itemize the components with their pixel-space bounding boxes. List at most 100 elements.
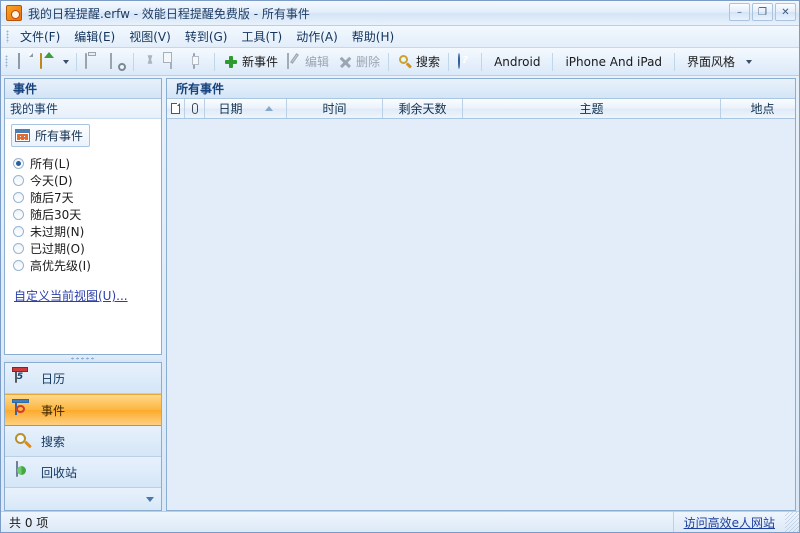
toolbar-separator [76, 52, 77, 71]
menubar-grip[interactable] [6, 30, 9, 43]
toolbar-grip[interactable] [5, 55, 8, 68]
radio-icon [13, 192, 24, 203]
copy-button[interactable] [162, 51, 186, 73]
open-file-button[interactable] [36, 51, 60, 73]
list-rows-area[interactable] [167, 119, 795, 510]
search-button[interactable]: 搜索 [393, 51, 444, 73]
toolbar-separator [674, 52, 676, 71]
plus-icon [223, 54, 239, 70]
column-label: 日期 [218, 102, 243, 116]
filter-option-all[interactable]: 所有(L) [13, 156, 161, 171]
menu-tools[interactable]: 工具(T) [234, 26, 289, 47]
ui-style-button[interactable]: 界面风格 [679, 51, 743, 73]
title-bar: 我的日程提醒.erfw - 效能日程提醒免费版 - 所有事件 – ❐ ✕ [1, 1, 799, 26]
cut-button[interactable] [138, 51, 162, 73]
print-button[interactable] [81, 51, 105, 73]
menu-actions[interactable]: 动作(A) [289, 26, 345, 47]
open-file-dropdown-icon[interactable] [63, 59, 69, 64]
filter-option-expired[interactable]: 已过期(O) [13, 241, 161, 256]
search-icon [13, 431, 33, 451]
menu-edit[interactable]: 编辑(E) [67, 26, 122, 47]
website-link[interactable]: 访问高效e人网站 [672, 512, 785, 532]
delete-event-button[interactable]: 删除 [333, 51, 384, 73]
iphone-ipad-button[interactable]: iPhone And iPad [557, 51, 670, 73]
column-header-attachment[interactable] [185, 99, 205, 118]
column-header-days-remaining[interactable]: 剩余天数 [383, 99, 463, 118]
menu-view[interactable]: 视图(V) [122, 26, 178, 47]
sidebar-title: 事件 [5, 79, 161, 99]
nav-item-recycle-bin[interactable]: 回收站 [5, 457, 161, 488]
print-preview-button[interactable] [105, 51, 129, 73]
filter-label: 未过期(N) [30, 225, 85, 239]
new-event-button[interactable]: 新事件 [219, 51, 282, 73]
column-header-location[interactable]: 地点 [721, 99, 800, 118]
menu-file[interactable]: 文件(F) [13, 26, 67, 47]
nav-item-calendar[interactable]: 日历 [5, 363, 161, 394]
ui-style-dropdown-icon[interactable] [746, 59, 753, 64]
filter-option-next-30-days[interactable]: 随后30天 [13, 207, 161, 222]
menu-goto[interactable]: 转到(G) [178, 26, 235, 47]
new-document-icon [18, 52, 20, 69]
new-file-button[interactable] [12, 51, 36, 73]
all-events-label: 所有事件 [35, 129, 84, 143]
sidebar-subtitle: 我的事件 [5, 99, 161, 119]
calendar-icon [15, 367, 17, 383]
sort-ascending-icon [264, 106, 273, 111]
customize-view-link[interactable]: 自定义当前视图(U)... [14, 287, 128, 304]
edit-event-label: 编辑 [305, 55, 330, 69]
radio-icon [13, 243, 24, 254]
scissors-icon [142, 54, 158, 70]
events-grid-icon [15, 129, 30, 142]
print-preview-icon [110, 52, 112, 69]
column-label: 主题 [579, 102, 604, 116]
resize-grip-icon[interactable] [785, 512, 799, 532]
filter-option-next-7-days[interactable]: 随后7天 [13, 190, 161, 205]
paste-button[interactable] [186, 51, 210, 73]
radio-icon [13, 260, 24, 271]
android-button[interactable]: Android [486, 51, 548, 73]
radio-icon [13, 209, 24, 220]
toolbar-separator [133, 52, 134, 71]
edit-event-button[interactable]: 编辑 [282, 51, 333, 73]
nav-item-label: 事件 [41, 403, 66, 418]
navigation-panel: 日历 事件 搜索 回收站 [4, 362, 162, 511]
list-panel-title: 所有事件 [167, 79, 795, 99]
app-reminder-icon [6, 5, 22, 21]
column-header-document[interactable] [167, 99, 185, 118]
all-events-button[interactable]: 所有事件 [11, 124, 91, 147]
open-folder-icon [40, 52, 42, 69]
window-title: 我的日程提醒.erfw - 效能日程提醒免费版 - 所有事件 [28, 6, 310, 21]
nav-item-label: 搜索 [41, 434, 66, 449]
close-icon: ✕ [781, 7, 790, 18]
toolbar-separator [214, 52, 215, 71]
new-event-label: 新事件 [242, 55, 279, 69]
chevron-down-icon[interactable] [146, 496, 154, 502]
nav-item-search[interactable]: 搜索 [5, 426, 161, 457]
minimize-button[interactable]: – [729, 3, 750, 21]
splitter-grip-icon [70, 357, 96, 360]
help-circle-icon [458, 52, 461, 69]
menu-help[interactable]: 帮助(H) [345, 26, 401, 47]
filter-option-not-expired[interactable]: 未过期(N) [13, 224, 161, 239]
radio-icon [13, 158, 24, 169]
column-header-date[interactable]: 日期 [205, 99, 287, 118]
copy-icon [170, 52, 172, 69]
filter-option-today[interactable]: 今天(D) [13, 173, 161, 188]
toolbar-separator [448, 52, 450, 71]
filter-option-high-priority[interactable]: 高优先级(I) [13, 258, 161, 273]
column-header-subject[interactable]: 主题 [463, 99, 721, 118]
sidebar-splitter[interactable] [4, 355, 162, 362]
toolbar-separator [388, 52, 390, 71]
navigation-expand-bar[interactable] [5, 488, 161, 510]
nav-item-label: 日历 [41, 371, 66, 386]
close-button[interactable]: ✕ [775, 3, 796, 21]
column-label: 时间 [322, 102, 347, 116]
paste-icon [193, 52, 195, 69]
column-label: 地点 [750, 102, 775, 116]
help-button[interactable] [453, 51, 477, 73]
left-sidebar: 事件 我的事件 所有事件 所有(L) 今天(D) 随后7天 随后30天 未过期(… [4, 78, 162, 511]
nav-item-events[interactable]: 事件 [5, 394, 161, 426]
list-column-headers: 日期 时间 剩余天数 主题 地点 [167, 99, 795, 119]
column-header-time[interactable]: 时间 [287, 99, 383, 118]
maximize-button[interactable]: ❐ [752, 3, 773, 21]
